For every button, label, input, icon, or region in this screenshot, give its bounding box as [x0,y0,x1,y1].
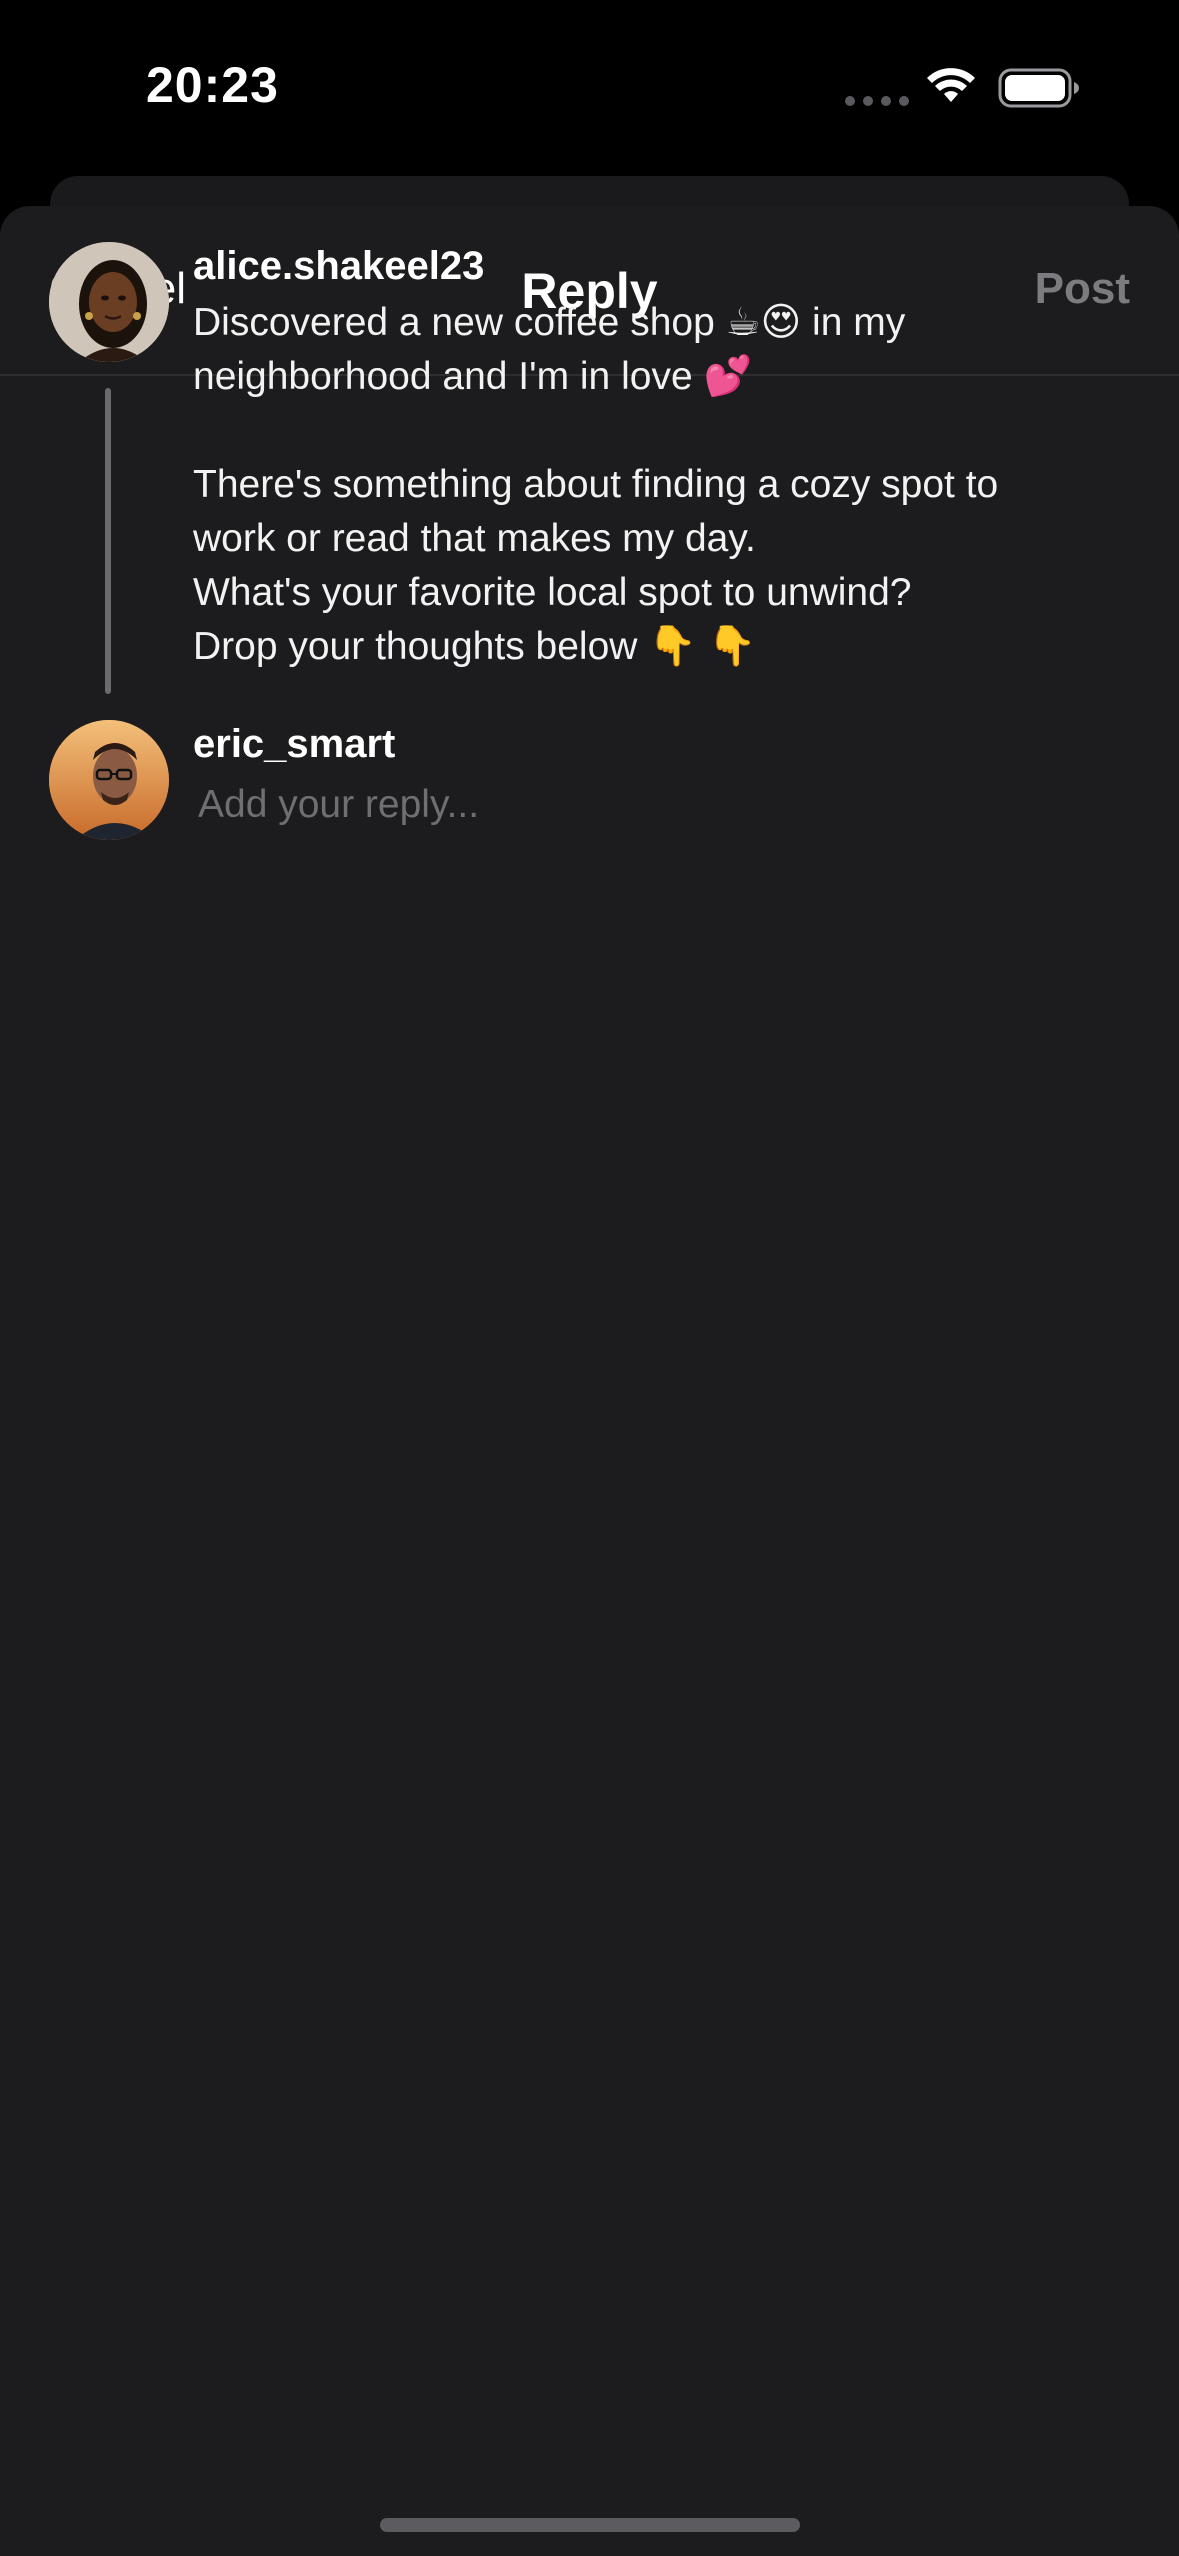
post-line: Drop your thoughts below 👇 👇 [193,625,757,668]
original-post-username[interactable]: alice.shakeel23 [193,244,484,289]
post-line: neighborhood and I'm in love 💕 [193,355,753,398]
post-line: There's something about finding a cozy s… [193,463,999,506]
post-line-gap [193,404,1113,458]
wifi-icon [927,68,975,102]
avatar-alice-image [49,242,169,362]
home-indicator[interactable] [380,2518,800,2532]
signal-dots-icon [845,96,909,106]
post-line: Discovered a new coffee shop ☕😍 in my [193,301,906,344]
reply-input[interactable] [198,783,1098,827]
avatar-eric[interactable] [49,720,169,840]
post-line: work or read that makes my day. [193,517,756,560]
reply-screen: 20:23 Cancel Reply Post [0,0,1179,2556]
status-time: 20:23 [146,57,279,113]
post-line: What's your favorite local spot to unwin… [193,571,912,614]
reply-username[interactable]: eric_smart [193,722,395,767]
thread-connector-line [105,388,111,694]
avatar-eric-image [49,720,169,840]
avatar-alice[interactable] [49,242,169,362]
battery-icon [998,68,1079,108]
original-post-body: Discovered a new coffee shop ☕😍 in my ne… [193,296,1113,674]
